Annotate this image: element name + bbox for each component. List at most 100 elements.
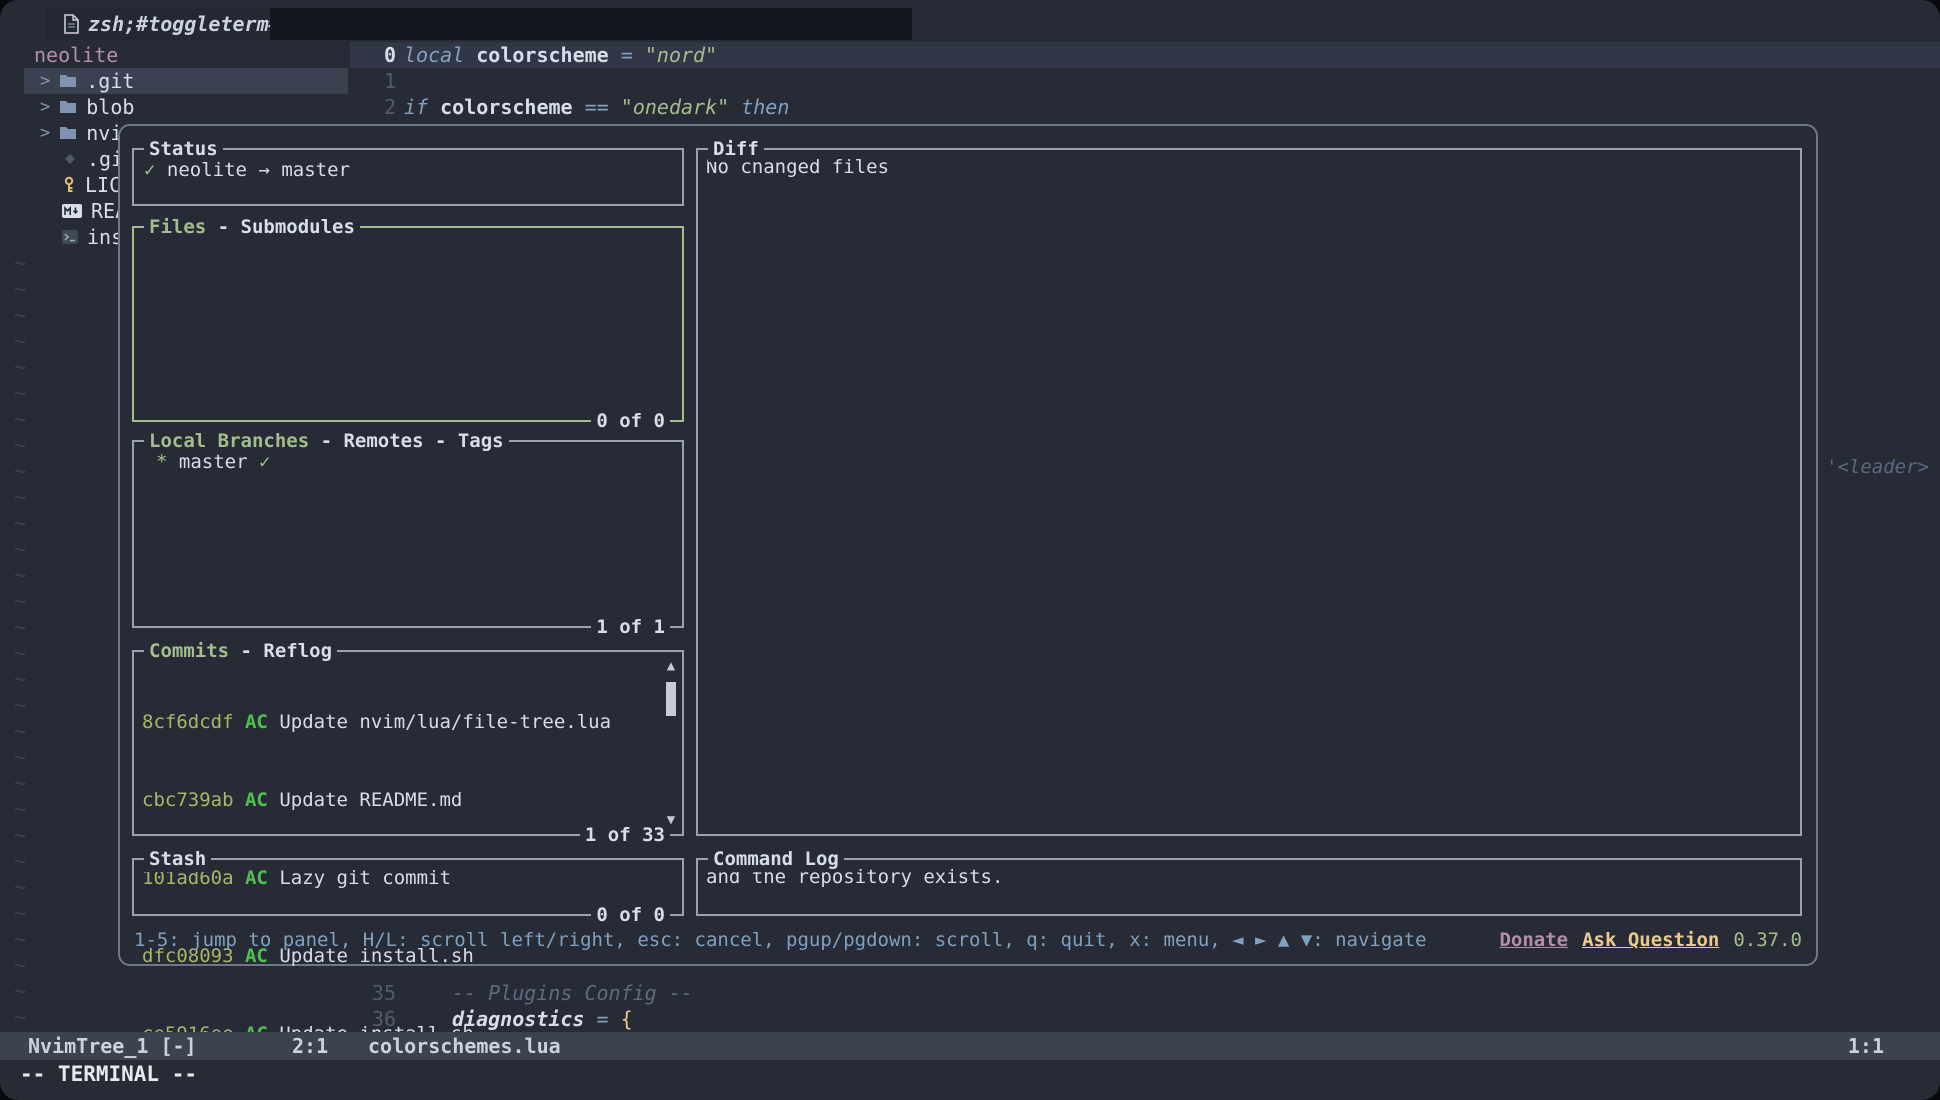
diff-content: No changed files [698,150,1800,184]
commits-panel[interactable]: Commits - Reflog 8cf6dcdf AC Update nvim… [132,650,684,836]
diff-panel[interactable]: Diff No changed files [696,148,1802,836]
line-number: 0 [350,42,404,68]
tree-item-install[interactable]: ins [62,224,123,250]
status-panel-title: Status [144,136,223,162]
command-log-content: and the repository exists. [698,860,1800,894]
string-literal: "nord" [645,43,717,67]
stash-panel-title: Stash [144,846,211,872]
statusline: NvimTree_1 [-] 2:1 colorschemes.lua 1:1 [0,1032,1940,1060]
branches-counter: 1 of 1 [591,614,670,640]
mode-indicator: -- TERMINAL -- [20,1060,197,1088]
chevron-right-icon[interactable]: > [40,71,50,91]
keybinding-hints: 1-5: jump to panel, H/L: scroll left/rig… [134,929,1427,951]
commits-panel-title: Commits - Reflog [144,638,337,664]
tree-item-label: .git [86,69,134,93]
brace: { [621,1007,633,1031]
line-number: 1 [350,68,404,94]
line-number: 36 [350,1006,404,1032]
donate-link[interactable]: Donate [1499,929,1568,951]
tree-item-license[interactable]: LIC [62,172,121,198]
files-panel[interactable]: Files - Submodules 0 of 0 [132,226,684,422]
files-panel-title: Files - Submodules [144,214,360,240]
stash-panel[interactable]: Stash 0 of 0 [132,858,684,916]
code-line-current[interactable]: 0local colorscheme = "nord" [350,42,1940,68]
commit-message: Update README.md [279,789,462,811]
tree-item-git[interactable]: > .git [40,68,134,94]
branches-panel-title: Local Branches - Remotes - Tags [144,428,509,454]
neovim-window: zsh;#toggleterm#1 × neolite > .git > blo… [0,0,1940,1100]
tabline-fill [270,8,912,40]
scroll-up-icon[interactable]: ▲ [663,658,679,674]
identifier: diagnostics [452,1007,584,1031]
command-log-title: Command Log [708,846,844,872]
tab-toggleterm[interactable]: zsh;#toggleterm#1 × [46,8,270,40]
markdown-icon [62,204,82,218]
keyword: then [741,95,789,119]
pending-keys-hint: '<leader> [1826,456,1929,478]
tree-item-label: blob [86,95,134,119]
commit-message: Update nvim/lua/file-tree.lua [279,711,611,733]
operator: = [597,1007,609,1031]
statusline-buffer-name: NvimTree_1 [-] [28,1032,197,1060]
statusline-file-cursor: 1:1 [1848,1032,1884,1060]
version-label: 0.37.0 [1733,929,1802,951]
status-panel[interactable]: Status ✓ neolite → master [132,148,684,206]
code-line[interactable]: 1 [350,68,1940,94]
diff-panel-title: Diff [708,136,764,162]
operator: == [585,95,609,119]
commit-row[interactable]: 8cf6dcdf AC Update nvim/lua/file-tree.lu… [142,709,656,735]
code-line[interactable]: 36 diagnostics = { [350,1006,1940,1032]
tree-item-gitignore[interactable]: .gi [62,146,123,172]
commit-hash: 8cf6dcdf [142,711,234,733]
empty-line-markers: ~~~~~~~~~~~~~~~~~~~~~~~~~~~~~~ [14,250,26,1030]
commit-author: AC [245,711,268,733]
commits-scrollbar[interactable]: ▲ ▼ [663,658,679,828]
keyword: if [404,95,428,119]
code-line[interactable]: 35 -- Plugins Config -- [350,980,1940,1006]
chevron-right-icon[interactable]: > [40,97,50,117]
code-line[interactable]: 2if colorscheme == "onedark" then [350,94,1940,120]
keybinding-bar: 1-5: jump to panel, H/L: scroll left/rig… [134,924,1802,956]
files-counter: 0 of 0 [591,408,670,434]
comment: -- Plugins Config -- [452,981,693,1005]
folder-icon [59,74,77,88]
folder-icon [59,100,77,114]
commit-hash: cbc739ab [142,789,234,811]
commit-author: AC [245,789,268,811]
tree-root-folder[interactable]: neolite [34,42,118,68]
license-key-icon [62,176,76,194]
string-literal: "onedark" [621,95,729,119]
branch-name: master [281,159,350,181]
check-icon: ✓ [259,451,270,473]
tree-item-label: LIC [85,173,121,197]
current-branch-star: * [156,451,167,473]
git-icon [62,151,78,167]
commits-counter: 1 of 33 [580,822,670,848]
identifier: colorscheme [440,95,572,119]
tab-title: zsh;#toggleterm#1 [88,12,293,36]
tree-item-blob[interactable]: > blob [40,94,134,120]
branches-panel[interactable]: Local Branches - Remotes - Tags * master… [132,440,684,628]
tree-item-nvim[interactable]: > nvi [40,120,122,146]
folder-icon [59,126,77,140]
line-number: 35 [350,980,404,1006]
file-icon [63,14,79,34]
ask-question-link[interactable]: Ask Question [1582,929,1719,951]
chevron-right-icon[interactable]: > [40,123,50,143]
lazygit-float-window: Status ✓ neolite → master Files - Submod… [118,124,1818,966]
keyword: local [404,43,464,67]
scrollbar-thumb[interactable] [666,682,676,716]
line-number: 2 [350,94,404,120]
identifier: colorscheme [476,43,608,67]
statusline-tree-cursor: 2:1 [292,1032,328,1060]
arrow-right-icon: → [258,159,269,181]
operator: = [621,43,633,67]
command-log-panel[interactable]: Command Log and the repository exists. [696,858,1802,916]
check-icon: ✓ [144,159,155,181]
branch-name: master [179,451,248,473]
commit-row[interactable]: cbc739ab AC Update README.md [142,787,656,813]
repo-name: neolite [167,159,247,181]
tree-item-label: nvi [86,121,122,145]
terminal-icon [62,230,78,244]
statusline-file-name: colorschemes.lua [368,1032,561,1060]
